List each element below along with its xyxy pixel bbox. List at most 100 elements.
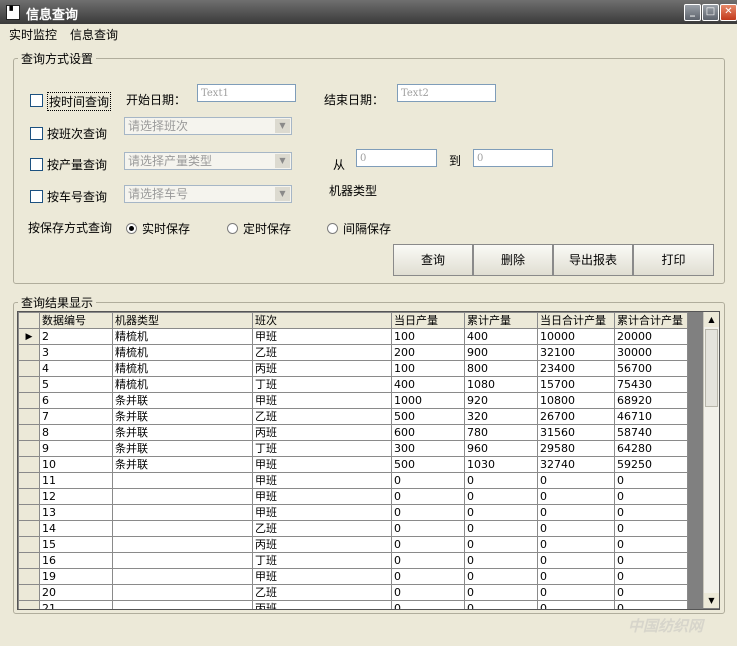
table-cell[interactable]: 6 (39, 392, 113, 409)
results-grid[interactable]: 数据编号 机器类型 班次 当日产量 累计产量 当日合计产量 累计合计产量 ▶ 2 精… (17, 311, 720, 610)
table-cell[interactable]: 400 (391, 376, 465, 393)
row-selector[interactable] (18, 488, 40, 505)
table-cell[interactable]: 条并联 (112, 392, 253, 409)
timed-save-radio[interactable] (227, 223, 238, 234)
end-date-input[interactable]: Text2 (397, 84, 496, 102)
table-cell[interactable]: 0 (614, 584, 688, 601)
table-row[interactable]: ▶ 2 精梳机 甲班 100 400 10000 20000 (18, 328, 688, 345)
row-selector[interactable] (18, 568, 40, 585)
table-cell[interactable] (112, 536, 253, 553)
table-cell[interactable]: 条并联 (112, 424, 253, 441)
column-header[interactable]: 机器类型 (112, 312, 253, 329)
column-header[interactable]: 当日产量 (391, 312, 465, 329)
table-cell[interactable]: 条并联 (112, 408, 253, 425)
column-header[interactable]: 班次 (252, 312, 392, 329)
table-cell[interactable]: 0 (614, 568, 688, 585)
table-row[interactable]: 20 乙班 0 0 0 0 (18, 584, 688, 601)
row-selector[interactable] (18, 520, 40, 537)
table-cell[interactable]: 11 (39, 472, 113, 489)
table-row[interactable]: 12 甲班 0 0 0 0 (18, 488, 688, 505)
table-cell[interactable] (112, 584, 253, 601)
table-cell[interactable]: 0 (464, 520, 538, 537)
table-cell[interactable]: 100 (391, 360, 465, 377)
table-row[interactable]: 21 丙班 0 0 0 0 (18, 600, 688, 609)
table-cell[interactable]: 0 (391, 488, 465, 505)
table-cell[interactable]: 精梳机 (112, 376, 253, 393)
table-cell[interactable]: 20000 (614, 328, 688, 345)
table-cell[interactable] (112, 488, 253, 505)
query-button[interactable]: 查询 (393, 244, 473, 276)
table-cell[interactable]: 0 (537, 504, 615, 521)
table-cell[interactable]: 0 (464, 584, 538, 601)
row-selector[interactable] (18, 536, 40, 553)
table-cell[interactable]: 0 (537, 600, 615, 609)
table-row[interactable]: 5 精梳机 丁班 400 1080 15700 75430 (18, 376, 688, 393)
table-cell[interactable]: 0 (464, 536, 538, 553)
table-row[interactable]: 14 乙班 0 0 0 0 (18, 520, 688, 537)
table-cell[interactable]: 320 (464, 408, 538, 425)
table-cell[interactable]: 920 (464, 392, 538, 409)
table-cell[interactable]: 0 (537, 488, 615, 505)
delete-button[interactable]: 删除 (473, 244, 553, 276)
row-selector[interactable] (18, 344, 40, 361)
minimize-icon[interactable]: _ (684, 4, 701, 21)
table-cell[interactable]: 75430 (614, 376, 688, 393)
table-cell[interactable]: 0 (464, 600, 538, 609)
table-cell[interactable]: 0 (537, 552, 615, 569)
table-row[interactable]: 16 丁班 0 0 0 0 (18, 552, 688, 569)
table-cell[interactable]: 400 (464, 328, 538, 345)
table-cell[interactable]: 56700 (614, 360, 688, 377)
table-cell[interactable] (112, 568, 253, 585)
table-cell[interactable]: 0 (391, 536, 465, 553)
table-cell[interactable]: 9 (39, 440, 113, 457)
table-cell[interactable]: 32100 (537, 344, 615, 361)
table-cell[interactable] (112, 520, 253, 537)
table-cell[interactable]: 5 (39, 376, 113, 393)
table-row[interactable]: 13 甲班 0 0 0 0 (18, 504, 688, 521)
table-cell[interactable]: 15 (39, 536, 113, 553)
table-cell[interactable]: 29580 (537, 440, 615, 457)
table-cell[interactable]: 丙班 (252, 600, 392, 609)
table-cell[interactable]: 0 (391, 520, 465, 537)
table-cell[interactable]: 10000 (537, 328, 615, 345)
table-cell[interactable]: 7 (39, 408, 113, 425)
start-date-input[interactable]: Text1 (197, 84, 296, 102)
to-input[interactable]: 0 (473, 149, 553, 167)
table-cell[interactable]: 乙班 (252, 408, 392, 425)
interval-save-radio[interactable] (327, 223, 338, 234)
table-cell[interactable]: 丙班 (252, 536, 392, 553)
table-cell[interactable]: 32740 (537, 456, 615, 473)
table-cell[interactable]: 0 (614, 536, 688, 553)
row-selector[interactable] (18, 552, 40, 569)
table-row[interactable]: 6 条并联 甲班 1000 920 10800 68920 (18, 392, 688, 409)
table-cell[interactable]: 甲班 (252, 328, 392, 345)
table-row[interactable]: 3 精梳机 乙班 200 900 32100 30000 (18, 344, 688, 361)
table-row[interactable]: 7 条并联 乙班 500 320 26700 46710 (18, 408, 688, 425)
row-selector[interactable] (18, 472, 40, 489)
table-cell[interactable]: 12 (39, 488, 113, 505)
machine-select[interactable]: 请选择车号 ▼ (124, 185, 292, 203)
realtime-save-radio[interactable] (126, 223, 137, 234)
row-selector[interactable] (18, 360, 40, 377)
table-cell[interactable]: 0 (614, 472, 688, 489)
table-cell[interactable]: 900 (464, 344, 538, 361)
table-cell[interactable]: 0 (391, 504, 465, 521)
close-icon[interactable]: ✕ (720, 4, 737, 21)
row-selector[interactable] (18, 408, 40, 425)
chevron-down-icon[interactable]: ▼ (275, 154, 290, 168)
table-cell[interactable]: 3 (39, 344, 113, 361)
table-cell[interactable] (112, 552, 253, 569)
menu-item-realtime-monitor[interactable]: 实时监控 (9, 26, 57, 43)
table-cell[interactable]: 58740 (614, 424, 688, 441)
table-cell[interactable]: 31560 (537, 424, 615, 441)
table-row[interactable]: 8 条并联 丙班 600 780 31560 58740 (18, 424, 688, 441)
table-cell[interactable]: 21 (39, 600, 113, 609)
table-cell[interactable]: 600 (391, 424, 465, 441)
table-cell[interactable]: 0 (464, 568, 538, 585)
column-header[interactable]: 累计产量 (464, 312, 538, 329)
table-cell[interactable]: 0 (391, 472, 465, 489)
menu-item-info-query[interactable]: 信息查询 (70, 26, 118, 43)
table-cell[interactable]: 10800 (537, 392, 615, 409)
table-cell[interactable]: 8 (39, 424, 113, 441)
table-cell[interactable]: 丁班 (252, 552, 392, 569)
